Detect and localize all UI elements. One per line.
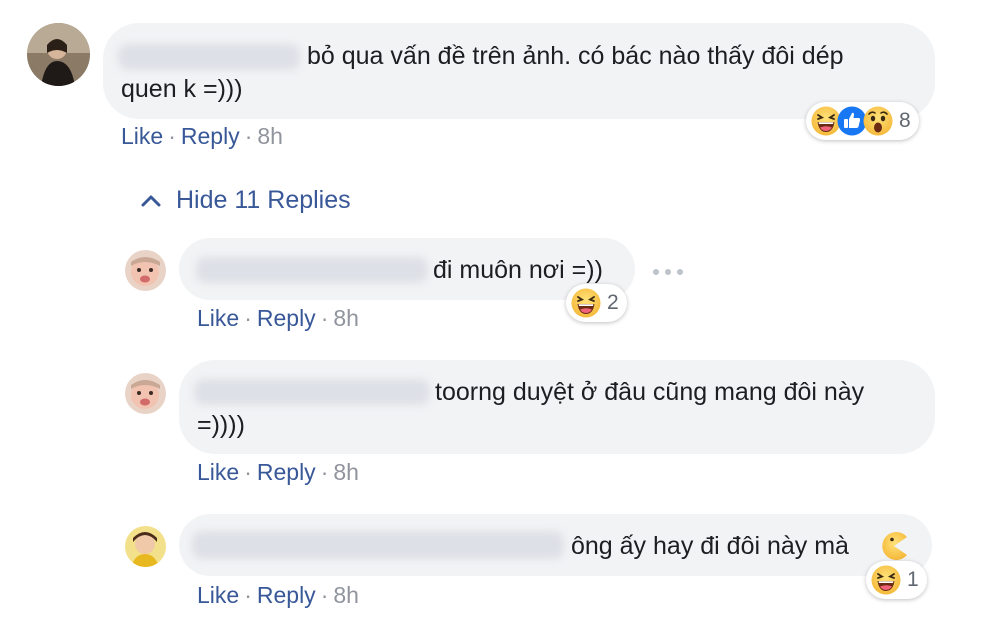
- separator-dot: ·: [320, 305, 329, 331]
- reply-actions: Like · Reply · 8h: [197, 458, 359, 486]
- reaction-count: 8: [899, 109, 911, 132]
- reply-text: đi muôn nơi =)): [433, 256, 603, 284]
- separator-dot: ·: [168, 123, 176, 149]
- like-link[interactable]: Like: [197, 305, 239, 331]
- blurred-commenter-name: [192, 531, 564, 559]
- avatar[interactable]: [125, 373, 166, 414]
- separator-dot: ·: [244, 582, 252, 608]
- comment-text-line2: quen k =))): [121, 75, 243, 103]
- timestamp[interactable]: 8h: [257, 123, 283, 149]
- reaction-count: 2: [607, 291, 619, 314]
- reply-link[interactable]: Reply: [257, 305, 316, 331]
- surprised-face-icon: [863, 106, 893, 136]
- separator-dot: ·: [320, 582, 329, 608]
- more-options-icon[interactable]: [653, 262, 683, 282]
- reply-actions: Like · Reply · 8h: [197, 581, 359, 609]
- like-link[interactable]: Like: [197, 459, 239, 485]
- laughing-face-icon: [871, 565, 901, 595]
- separator-dot: ·: [244, 305, 252, 331]
- reaction-summary[interactable]: 1: [866, 561, 927, 599]
- hide-replies-toggle[interactable]: Hide 11 Replies: [140, 186, 351, 215]
- laughing-face-icon: [571, 288, 601, 318]
- avatar[interactable]: [125, 250, 166, 291]
- reply-text-line1: toorng duyệt ở đâu cũng mang đôi này: [435, 378, 865, 406]
- reply-text-line2: =)))): [197, 411, 245, 439]
- separator-dot: ·: [320, 459, 329, 485]
- blurred-commenter-name: [196, 257, 428, 283]
- reply-link[interactable]: Reply: [257, 459, 316, 485]
- avatar[interactable]: [27, 23, 90, 86]
- blurred-commenter-name: [194, 379, 430, 405]
- reaction-count: 1: [907, 568, 919, 591]
- reply-link[interactable]: Reply: [257, 582, 316, 608]
- comment-text-line1: bỏ qua vấn đề trên ảnh. có bác nào thấy …: [307, 42, 844, 70]
- reaction-summary[interactable]: 2: [566, 284, 627, 322]
- like-link[interactable]: Like: [197, 582, 239, 608]
- reaction-summary[interactable]: 8: [806, 102, 919, 140]
- separator-dot: ·: [244, 459, 252, 485]
- reply-text: ông ấy hay đi đôi này mà: [571, 532, 849, 560]
- timestamp[interactable]: 8h: [333, 305, 359, 331]
- reply-link[interactable]: Reply: [181, 123, 240, 149]
- timestamp[interactable]: 8h: [333, 459, 359, 485]
- like-link[interactable]: Like: [121, 123, 163, 149]
- separator-dot: ·: [244, 123, 253, 149]
- reply-actions: Like · Reply · 8h: [197, 304, 359, 332]
- comment-actions: Like · Reply · 8h: [121, 122, 283, 150]
- chevron-up-icon: [141, 195, 161, 206]
- blurred-commenter-name: [118, 44, 300, 70]
- hide-replies-label: Hide 11 Replies: [176, 186, 351, 214]
- avatar[interactable]: [125, 526, 166, 567]
- pacman-emoji-icon: [879, 531, 909, 561]
- timestamp[interactable]: 8h: [333, 582, 359, 608]
